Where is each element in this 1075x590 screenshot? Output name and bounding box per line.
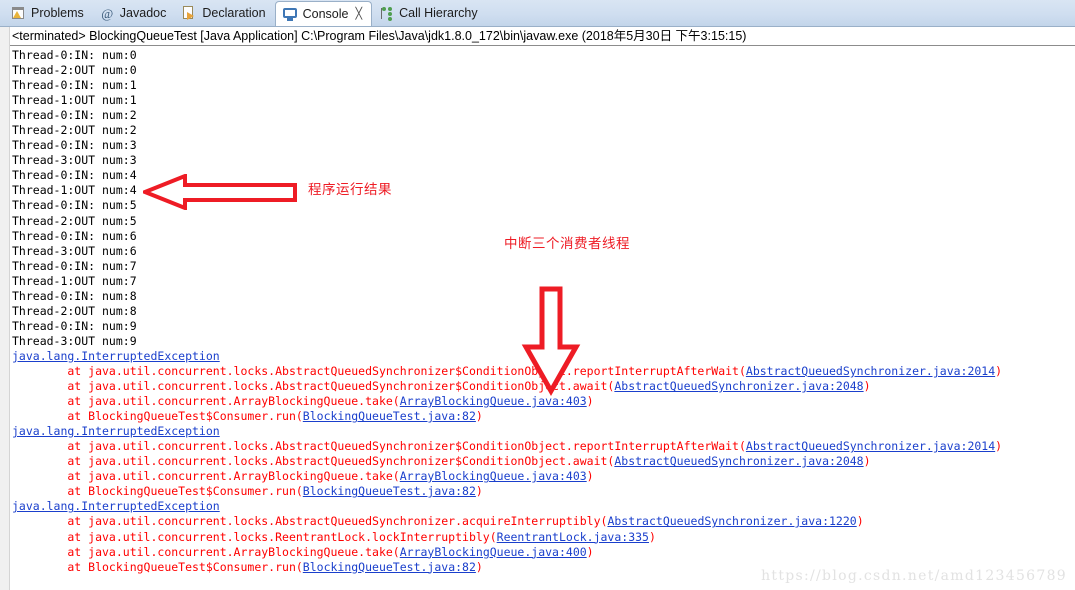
frame-suffix-text: ) bbox=[475, 409, 483, 424]
source-location-link[interactable]: BlockingQueueTest.java:82 bbox=[303, 409, 476, 423]
watermark: https://blog.csdn.net/amd123456789 bbox=[761, 568, 1067, 584]
frame-method-text: at java.util.concurrent.locks.ReentrantL… bbox=[12, 529, 497, 544]
stacktrace-frame-line[interactable]: at java.util.concurrent.locks.AbstractQu… bbox=[12, 514, 1071, 529]
tab-call-hierarchy[interactable]: Call Hierarchy bbox=[372, 0, 487, 26]
tab-console[interactable]: Console ╳ bbox=[274, 1, 373, 26]
console-stdout-line: Thread-0:IN: num:7 bbox=[12, 258, 137, 273]
source-location-link[interactable]: AbstractQueuedSynchronizer.java:2048 bbox=[614, 379, 863, 393]
console-stdout-line: Thread-3:OUT num:3 bbox=[12, 153, 137, 168]
exception-type-link[interactable]: java.lang.InterruptedException bbox=[12, 424, 220, 438]
console-launch-title: <terminated> BlockingQueueTest [Java App… bbox=[10, 27, 1075, 46]
frame-method-text: at BlockingQueueTest$Consumer.run( bbox=[12, 409, 303, 424]
frame-method-text: at BlockingQueueTest$Consumer.run( bbox=[12, 559, 303, 574]
tab-console-label: Console bbox=[302, 7, 349, 21]
stacktrace-frame-line[interactable]: at java.util.concurrent.ArrayBlockingQue… bbox=[12, 545, 1071, 560]
console-stdout-line: Thread-0:IN: num:2 bbox=[12, 108, 137, 123]
source-location-link[interactable]: BlockingQueueTest.java:82 bbox=[303, 560, 476, 574]
tab-javadoc-label: Javadoc bbox=[119, 6, 167, 20]
tab-call-hierarchy-label: Call Hierarchy bbox=[399, 6, 478, 20]
stacktrace-exception-line[interactable]: java.lang.InterruptedException bbox=[12, 424, 1071, 439]
eclipse-console-view: Problems @ Javadoc Declaration Console ╳… bbox=[0, 0, 1075, 590]
frame-suffix-text: ) bbox=[995, 363, 1003, 378]
console-monitor-icon bbox=[282, 7, 298, 22]
console-stdout-line: Thread-0:IN: num:0 bbox=[12, 48, 137, 62]
annotation-interrupt-threads-label: 中断三个消费者线程 bbox=[504, 236, 630, 252]
annotation-program-result-label: 程序运行结果 bbox=[308, 182, 392, 198]
frame-suffix-text: ) bbox=[648, 529, 656, 544]
stacktrace-frame-line[interactable]: at java.util.concurrent.locks.ReentrantL… bbox=[12, 530, 1071, 545]
frame-method-text: at java.util.concurrent.ArrayBlockingQue… bbox=[12, 394, 400, 409]
frame-method-text: at java.util.concurrent.locks.AbstractQu… bbox=[12, 454, 615, 469]
stacktrace-exception-line[interactable]: java.lang.InterruptedException bbox=[12, 499, 1071, 514]
stacktrace-frame-line[interactable]: at java.util.concurrent.locks.AbstractQu… bbox=[12, 439, 1071, 454]
console-stdout-line: Thread-2:OUT num:2 bbox=[12, 123, 137, 138]
exception-type-link[interactable]: java.lang.InterruptedException bbox=[12, 499, 220, 513]
console-panel: <terminated> BlockingQueueTest [Java App… bbox=[0, 27, 1075, 590]
frame-method-text: at java.util.concurrent.locks.AbstractQu… bbox=[12, 363, 746, 378]
stacktrace-frame-line[interactable]: at BlockingQueueTest$Consumer.run(Blocki… bbox=[12, 409, 1071, 424]
stacktrace-frame-line[interactable]: at java.util.concurrent.ArrayBlockingQue… bbox=[12, 469, 1071, 484]
frame-method-text: at java.util.concurrent.ArrayBlockingQue… bbox=[12, 544, 400, 559]
frame-method-text: at java.util.concurrent.ArrayBlockingQue… bbox=[12, 469, 400, 484]
at-sign-icon: @ bbox=[101, 5, 114, 21]
call-hierarchy-icon bbox=[379, 6, 394, 21]
frame-suffix-text: ) bbox=[856, 514, 864, 529]
frame-suffix-text: ) bbox=[475, 484, 483, 499]
console-stdout-line: Thread-0:IN: num:3 bbox=[12, 138, 137, 153]
console-gutter bbox=[0, 27, 10, 590]
source-location-link[interactable]: BlockingQueueTest.java:82 bbox=[303, 484, 476, 498]
tab-declaration-label: Declaration bbox=[202, 6, 266, 20]
frame-suffix-text: ) bbox=[586, 394, 594, 409]
console-stdout-line: Thread-0:IN: num:1 bbox=[12, 78, 137, 93]
console-stdout-line: Thread-1:OUT num:1 bbox=[12, 93, 137, 108]
frame-suffix-text: ) bbox=[863, 454, 871, 469]
stacktrace-frame-line[interactable]: at BlockingQueueTest$Consumer.run(Blocki… bbox=[12, 484, 1071, 499]
frame-method-text: at java.util.concurrent.locks.AbstractQu… bbox=[12, 439, 746, 454]
tab-declaration[interactable]: Declaration bbox=[175, 0, 274, 26]
console-stdout-line: Thread-2:OUT num:0 bbox=[12, 63, 137, 78]
source-location-link[interactable]: AbstractQueuedSynchronizer.java:2048 bbox=[614, 454, 863, 468]
problems-icon bbox=[11, 6, 26, 21]
left-arrow-annotation bbox=[143, 174, 297, 210]
view-tab-bar: Problems @ Javadoc Declaration Console ╳… bbox=[0, 0, 1075, 27]
frame-method-text: at java.util.concurrent.locks.AbstractQu… bbox=[12, 514, 608, 529]
stacktrace-frame-line[interactable]: at java.util.concurrent.locks.AbstractQu… bbox=[12, 454, 1071, 469]
frame-suffix-text: ) bbox=[475, 559, 483, 574]
frame-method-text: at BlockingQueueTest$Consumer.run( bbox=[12, 484, 303, 499]
frame-suffix-text: ) bbox=[995, 439, 1003, 454]
frame-suffix-text: ) bbox=[863, 379, 871, 394]
tab-javadoc[interactable]: @ Javadoc bbox=[93, 0, 176, 26]
source-location-link[interactable]: ReentrantLock.java:335 bbox=[497, 530, 649, 544]
source-location-link[interactable]: AbstractQueuedSynchronizer.java:1220 bbox=[607, 514, 856, 528]
source-location-link[interactable]: AbstractQueuedSynchronizer.java:2014 bbox=[746, 439, 995, 453]
console-stdout-line: Thread-2:OUT num:5 bbox=[12, 213, 137, 228]
source-location-link[interactable]: ArrayBlockingQueue.java:403 bbox=[400, 469, 587, 483]
source-location-link[interactable]: AbstractQueuedSynchronizer.java:2014 bbox=[746, 364, 995, 378]
frame-suffix-text: ) bbox=[586, 469, 594, 484]
exception-type-link[interactable]: java.lang.InterruptedException bbox=[12, 349, 220, 363]
tab-problems[interactable]: Problems bbox=[4, 0, 93, 26]
source-location-link[interactable]: ArrayBlockingQueue.java:400 bbox=[400, 545, 587, 559]
down-arrow-annotation bbox=[521, 286, 581, 397]
tab-problems-label: Problems bbox=[31, 6, 84, 20]
declaration-icon bbox=[182, 5, 197, 21]
frame-suffix-text: ) bbox=[586, 544, 594, 559]
close-icon[interactable]: ╳ bbox=[355, 8, 362, 20]
